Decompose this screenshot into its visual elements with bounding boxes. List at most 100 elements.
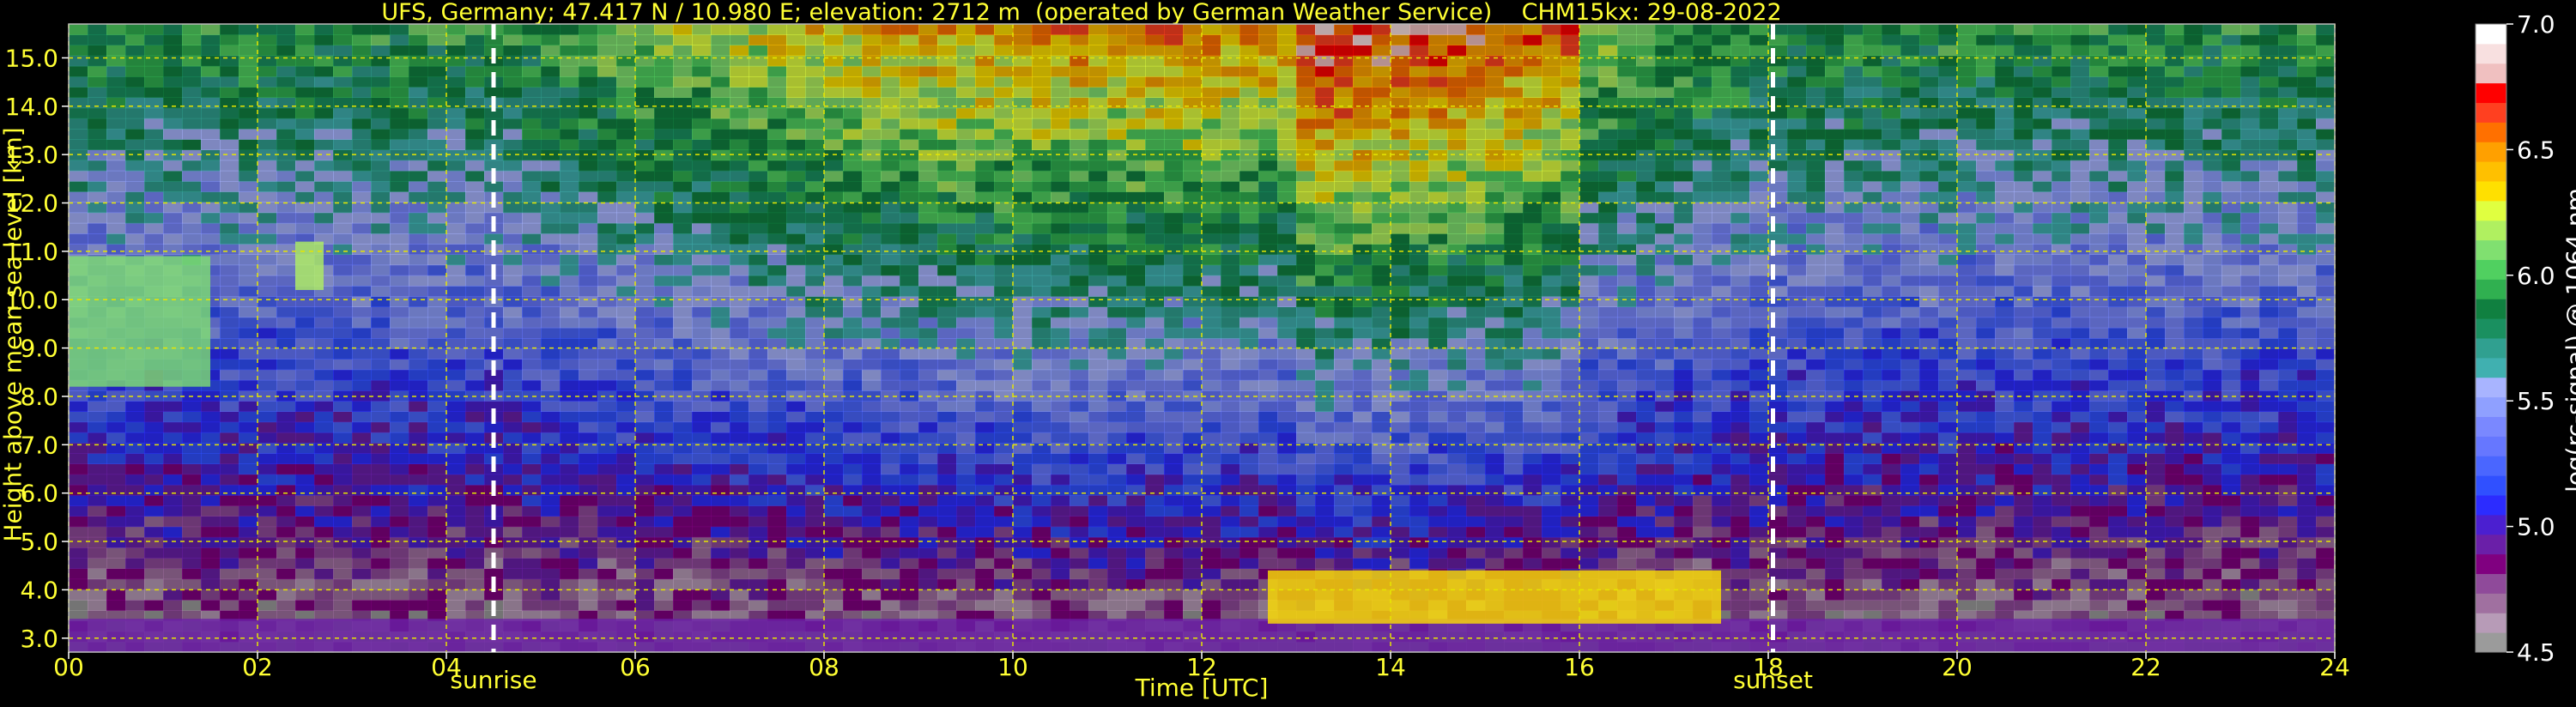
field-cell — [994, 453, 1014, 464]
field-cell — [409, 463, 428, 475]
field-cell — [881, 306, 900, 318]
field-cell — [295, 55, 315, 67]
field-cell — [692, 526, 712, 538]
field-cell — [1145, 233, 1165, 245]
field-cell — [390, 536, 409, 548]
field-cell — [352, 558, 372, 569]
field-cell — [1391, 107, 1410, 119]
field-cell — [1315, 107, 1335, 119]
field-cell — [1164, 338, 1184, 349]
field-cell — [427, 45, 447, 57]
field-cell — [975, 76, 995, 88]
field-cell — [1428, 129, 1448, 140]
field-cell — [1542, 55, 1561, 67]
field-cell — [975, 348, 995, 360]
field-cell — [106, 474, 126, 486]
field-cell — [1202, 359, 1221, 371]
field-cell — [1032, 129, 1052, 140]
field-cell — [258, 286, 277, 297]
field-cell — [1561, 233, 1580, 245]
field-cell — [1315, 432, 1335, 444]
field-cell — [446, 202, 466, 214]
field-cell — [1391, 317, 1410, 329]
field-cell — [258, 34, 277, 45]
field-cell — [1277, 516, 1297, 528]
field-cell — [1466, 286, 1486, 297]
field-cell — [1070, 222, 1089, 234]
field-cell — [937, 432, 957, 444]
field-cell — [541, 526, 561, 538]
field-cell — [1296, 55, 1316, 67]
field-cell — [1428, 264, 1448, 276]
field-cell — [711, 558, 730, 569]
field-cell — [1504, 536, 1524, 548]
field-cell — [522, 76, 542, 88]
field-cell — [1202, 505, 1221, 517]
field-cell — [730, 222, 749, 234]
field-cell — [1032, 160, 1052, 172]
field-cell — [182, 516, 202, 528]
field-cell — [560, 578, 579, 590]
field-cell — [579, 536, 598, 548]
field-cell — [352, 484, 372, 496]
field-cell — [88, 191, 107, 202]
field-cell — [654, 327, 674, 339]
field-cell — [446, 536, 466, 548]
field-cell — [805, 55, 825, 67]
field-cell — [1296, 87, 1316, 98]
field-cell — [635, 264, 655, 276]
field-cell — [1542, 348, 1561, 360]
field-cell — [1032, 118, 1052, 130]
field-cell — [371, 24, 391, 35]
field-cell — [88, 453, 107, 464]
field-cell — [975, 87, 995, 98]
field-cell — [749, 369, 768, 381]
field-cell — [1598, 401, 1618, 412]
field-cell — [1636, 558, 1656, 569]
field-cell — [843, 76, 863, 88]
field-cell — [824, 369, 844, 381]
field-cell — [767, 24, 787, 35]
field-cell — [1164, 317, 1184, 329]
field-cell — [427, 129, 447, 140]
field-cell — [824, 568, 844, 580]
field-cell — [1617, 421, 1637, 433]
field-cell — [560, 212, 579, 224]
field-cell — [579, 275, 598, 287]
field-cell — [881, 484, 900, 496]
field-cell — [1070, 338, 1089, 349]
field-cell — [862, 547, 882, 559]
field-cell — [749, 254, 768, 266]
field-cell — [843, 547, 863, 559]
field-cell — [994, 317, 1014, 329]
field-cell — [975, 421, 995, 433]
field-cell — [503, 558, 523, 569]
field-cell — [805, 24, 825, 35]
field-cell — [1088, 212, 1108, 224]
field-cell — [1428, 296, 1448, 307]
field-cell — [144, 160, 164, 172]
field-cell — [1277, 526, 1297, 538]
field-cell — [1447, 202, 1467, 214]
field-cell — [1145, 264, 1165, 276]
field-cell — [956, 401, 976, 412]
field-cell — [862, 568, 882, 580]
field-cell — [711, 327, 730, 339]
field-cell — [69, 495, 88, 506]
field-cell — [597, 558, 617, 569]
field-cell — [560, 233, 579, 245]
field-cell — [295, 568, 315, 580]
field-cell — [295, 107, 315, 119]
field-cell — [314, 160, 334, 172]
field-cell — [786, 264, 806, 276]
field-cell — [749, 191, 768, 202]
field-cell — [352, 244, 372, 255]
field-cell — [956, 170, 976, 182]
field-cell — [1183, 76, 1203, 88]
field-cell — [1485, 369, 1505, 381]
field-cell — [1598, 411, 1618, 423]
field-cell — [1240, 275, 1259, 287]
field-cell — [1070, 306, 1089, 318]
field-cell — [1485, 317, 1505, 329]
field-cell — [1542, 474, 1561, 486]
